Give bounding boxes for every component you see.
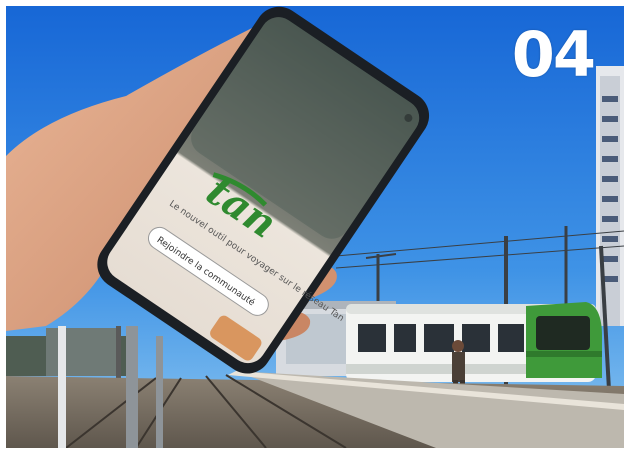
- building-right: [596, 66, 624, 326]
- tram: [346, 302, 602, 382]
- step-number-badge: 04: [511, 18, 596, 91]
